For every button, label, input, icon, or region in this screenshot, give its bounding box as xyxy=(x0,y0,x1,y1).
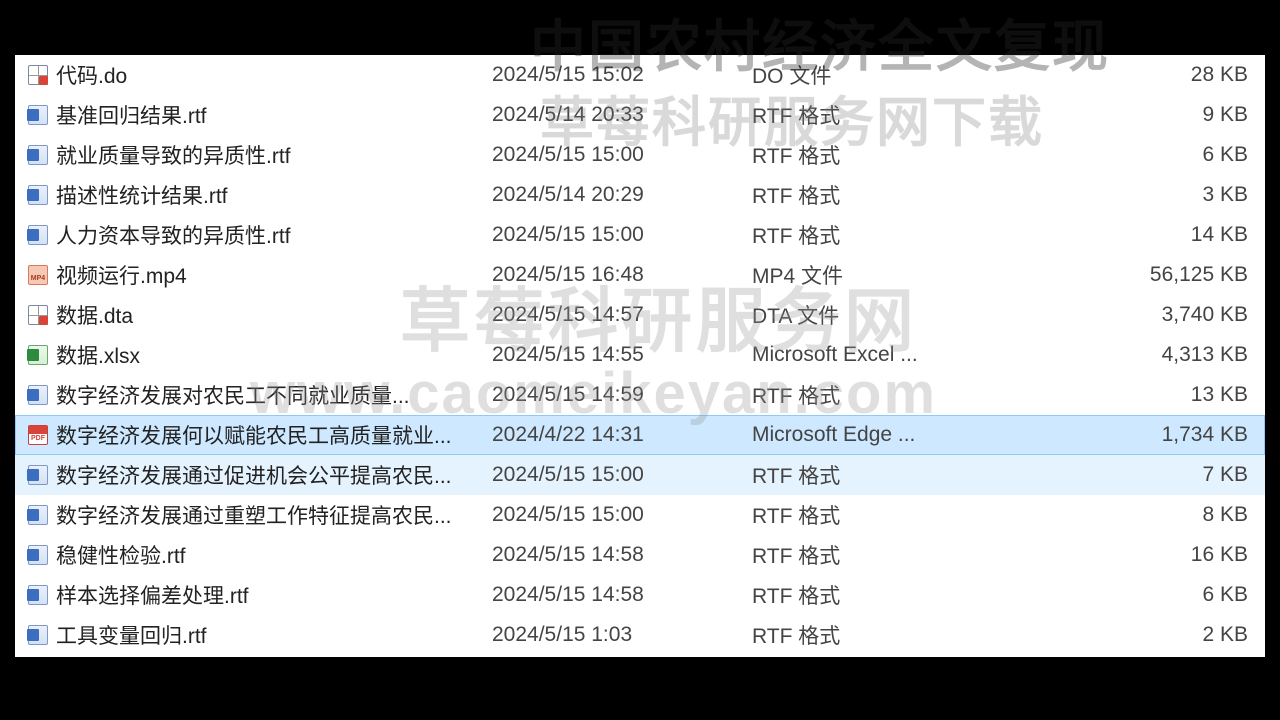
file-name: 视频运行.mp4 xyxy=(52,260,492,290)
file-row[interactable]: 稳健性检验.rtf2024/5/15 14:58RTF 格式16 KB xyxy=(15,535,1265,575)
file-name: 数据.dta xyxy=(52,300,492,330)
file-date: 2024/5/15 15:00 xyxy=(492,143,752,167)
viewport: 代码.do2024/5/15 15:02DO 文件28 KB基准回归结果.rtf… xyxy=(0,0,1280,720)
file-size: 56,125 KB xyxy=(982,263,1258,287)
file-type: RTF 格式 xyxy=(752,540,982,570)
word-file-icon xyxy=(24,105,52,125)
file-row[interactable]: 描述性统计结果.rtf2024/5/14 20:29RTF 格式3 KB xyxy=(15,175,1265,215)
file-name: 数字经济发展对农民工不同就业质量... xyxy=(52,380,492,410)
file-date: 2024/5/15 15:02 xyxy=(492,63,752,87)
file-size: 14 KB xyxy=(982,223,1258,247)
word-file-icon xyxy=(24,185,52,205)
letterbox-bottom xyxy=(0,657,1280,720)
word-file-icon xyxy=(24,145,52,165)
file-type: Microsoft Excel ... xyxy=(752,343,982,367)
file-row[interactable]: 数字经济发展通过促进机会公平提高农民...2024/5/15 15:00RTF … xyxy=(15,455,1265,495)
file-type: DTA 文件 xyxy=(752,300,982,330)
file-date: 2024/4/22 14:31 xyxy=(492,423,752,447)
word-file-icon xyxy=(24,625,52,645)
file-row[interactable]: 数字经济发展通过重塑工作特征提高农民...2024/5/15 15:00RTF … xyxy=(15,495,1265,535)
file-name: 描述性统计结果.rtf xyxy=(52,180,492,210)
file-date: 2024/5/15 16:48 xyxy=(492,263,752,287)
file-type: RTF 格式 xyxy=(752,140,982,170)
file-size: 2 KB xyxy=(982,623,1258,647)
word-file-icon xyxy=(24,465,52,485)
file-name: 就业质量导致的异质性.rtf xyxy=(52,140,492,170)
file-row[interactable]: 人力资本导致的异质性.rtf2024/5/15 15:00RTF 格式14 KB xyxy=(15,215,1265,255)
file-name: 代码.do xyxy=(52,60,492,90)
file-size: 28 KB xyxy=(982,63,1258,87)
file-size: 16 KB xyxy=(982,543,1258,567)
file-name: 样本选择偏差处理.rtf xyxy=(52,580,492,610)
file-row[interactable]: 视频运行.mp42024/5/15 16:48MP4 文件56,125 KB xyxy=(15,255,1265,295)
file-row[interactable]: 代码.do2024/5/15 15:02DO 文件28 KB xyxy=(15,55,1265,95)
xls-file-icon xyxy=(24,345,52,365)
file-size: 6 KB xyxy=(982,583,1258,607)
file-type: DO 文件 xyxy=(752,60,982,90)
file-row[interactable]: 数字经济发展何以赋能农民工高质量就业...2024/4/22 14:31Micr… xyxy=(15,415,1265,455)
file-size: 1,734 KB xyxy=(982,423,1258,447)
file-name: 数字经济发展通过促进机会公平提高农民... xyxy=(52,460,492,490)
word-file-icon xyxy=(24,585,52,605)
grid-file-icon xyxy=(24,305,52,325)
file-row[interactable]: 工具变量回归.rtf2024/5/15 1:03RTF 格式2 KB xyxy=(15,615,1265,655)
file-row[interactable]: 数字经济发展对农民工不同就业质量...2024/5/15 14:59RTF 格式… xyxy=(15,375,1265,415)
file-name: 数字经济发展何以赋能农民工高质量就业... xyxy=(52,420,492,450)
file-name: 数据.xlsx xyxy=(52,340,492,370)
file-type: RTF 格式 xyxy=(752,180,982,210)
file-type: RTF 格式 xyxy=(752,460,982,490)
file-date: 2024/5/14 20:29 xyxy=(492,183,752,207)
mp4-file-icon xyxy=(24,265,52,285)
word-file-icon xyxy=(24,385,52,405)
file-date: 2024/5/15 1:03 xyxy=(492,623,752,647)
file-size: 13 KB xyxy=(982,383,1258,407)
file-date: 2024/5/15 14:59 xyxy=(492,383,752,407)
file-date: 2024/5/15 14:57 xyxy=(492,303,752,327)
file-date: 2024/5/15 15:00 xyxy=(492,223,752,247)
word-file-icon xyxy=(24,545,52,565)
file-size: 9 KB xyxy=(982,103,1258,127)
file-row[interactable]: 数据.dta2024/5/15 14:57DTA 文件3,740 KB xyxy=(15,295,1265,335)
file-type: MP4 文件 xyxy=(752,260,982,290)
file-size: 8 KB xyxy=(982,503,1258,527)
file-type: RTF 格式 xyxy=(752,100,982,130)
word-file-icon xyxy=(24,505,52,525)
file-list: 代码.do2024/5/15 15:02DO 文件28 KB基准回归结果.rtf… xyxy=(15,55,1265,657)
file-size: 4,313 KB xyxy=(982,343,1258,367)
file-date: 2024/5/15 14:58 xyxy=(492,543,752,567)
word-file-icon xyxy=(24,225,52,245)
file-type: RTF 格式 xyxy=(752,220,982,250)
file-date: 2024/5/15 14:55 xyxy=(492,343,752,367)
file-date: 2024/5/14 20:33 xyxy=(492,103,752,127)
file-size: 6 KB xyxy=(982,143,1258,167)
pdf-file-icon xyxy=(24,425,52,445)
file-name: 数字经济发展通过重塑工作特征提高农民... xyxy=(52,500,492,530)
file-type: RTF 格式 xyxy=(752,500,982,530)
file-type: Microsoft Edge ... xyxy=(752,423,982,447)
file-name: 稳健性检验.rtf xyxy=(52,540,492,570)
file-name: 工具变量回归.rtf xyxy=(52,620,492,650)
file-row[interactable]: 数据.xlsx2024/5/15 14:55Microsoft Excel ..… xyxy=(15,335,1265,375)
file-name: 人力资本导致的异质性.rtf xyxy=(52,220,492,250)
file-name: 基准回归结果.rtf xyxy=(52,100,492,130)
file-row[interactable]: 样本选择偏差处理.rtf2024/5/15 14:58RTF 格式6 KB xyxy=(15,575,1265,615)
file-type: RTF 格式 xyxy=(752,620,982,650)
letterbox-top xyxy=(0,0,1280,55)
grid-file-icon xyxy=(24,65,52,85)
file-row[interactable]: 就业质量导致的异质性.rtf2024/5/15 15:00RTF 格式6 KB xyxy=(15,135,1265,175)
file-row[interactable]: 基准回归结果.rtf2024/5/14 20:33RTF 格式9 KB xyxy=(15,95,1265,135)
file-date: 2024/5/15 15:00 xyxy=(492,463,752,487)
file-date: 2024/5/15 15:00 xyxy=(492,503,752,527)
file-size: 3 KB xyxy=(982,183,1258,207)
file-size: 3,740 KB xyxy=(982,303,1258,327)
file-size: 7 KB xyxy=(982,463,1258,487)
file-type: RTF 格式 xyxy=(752,380,982,410)
file-date: 2024/5/15 14:58 xyxy=(492,583,752,607)
file-type: RTF 格式 xyxy=(752,580,982,610)
